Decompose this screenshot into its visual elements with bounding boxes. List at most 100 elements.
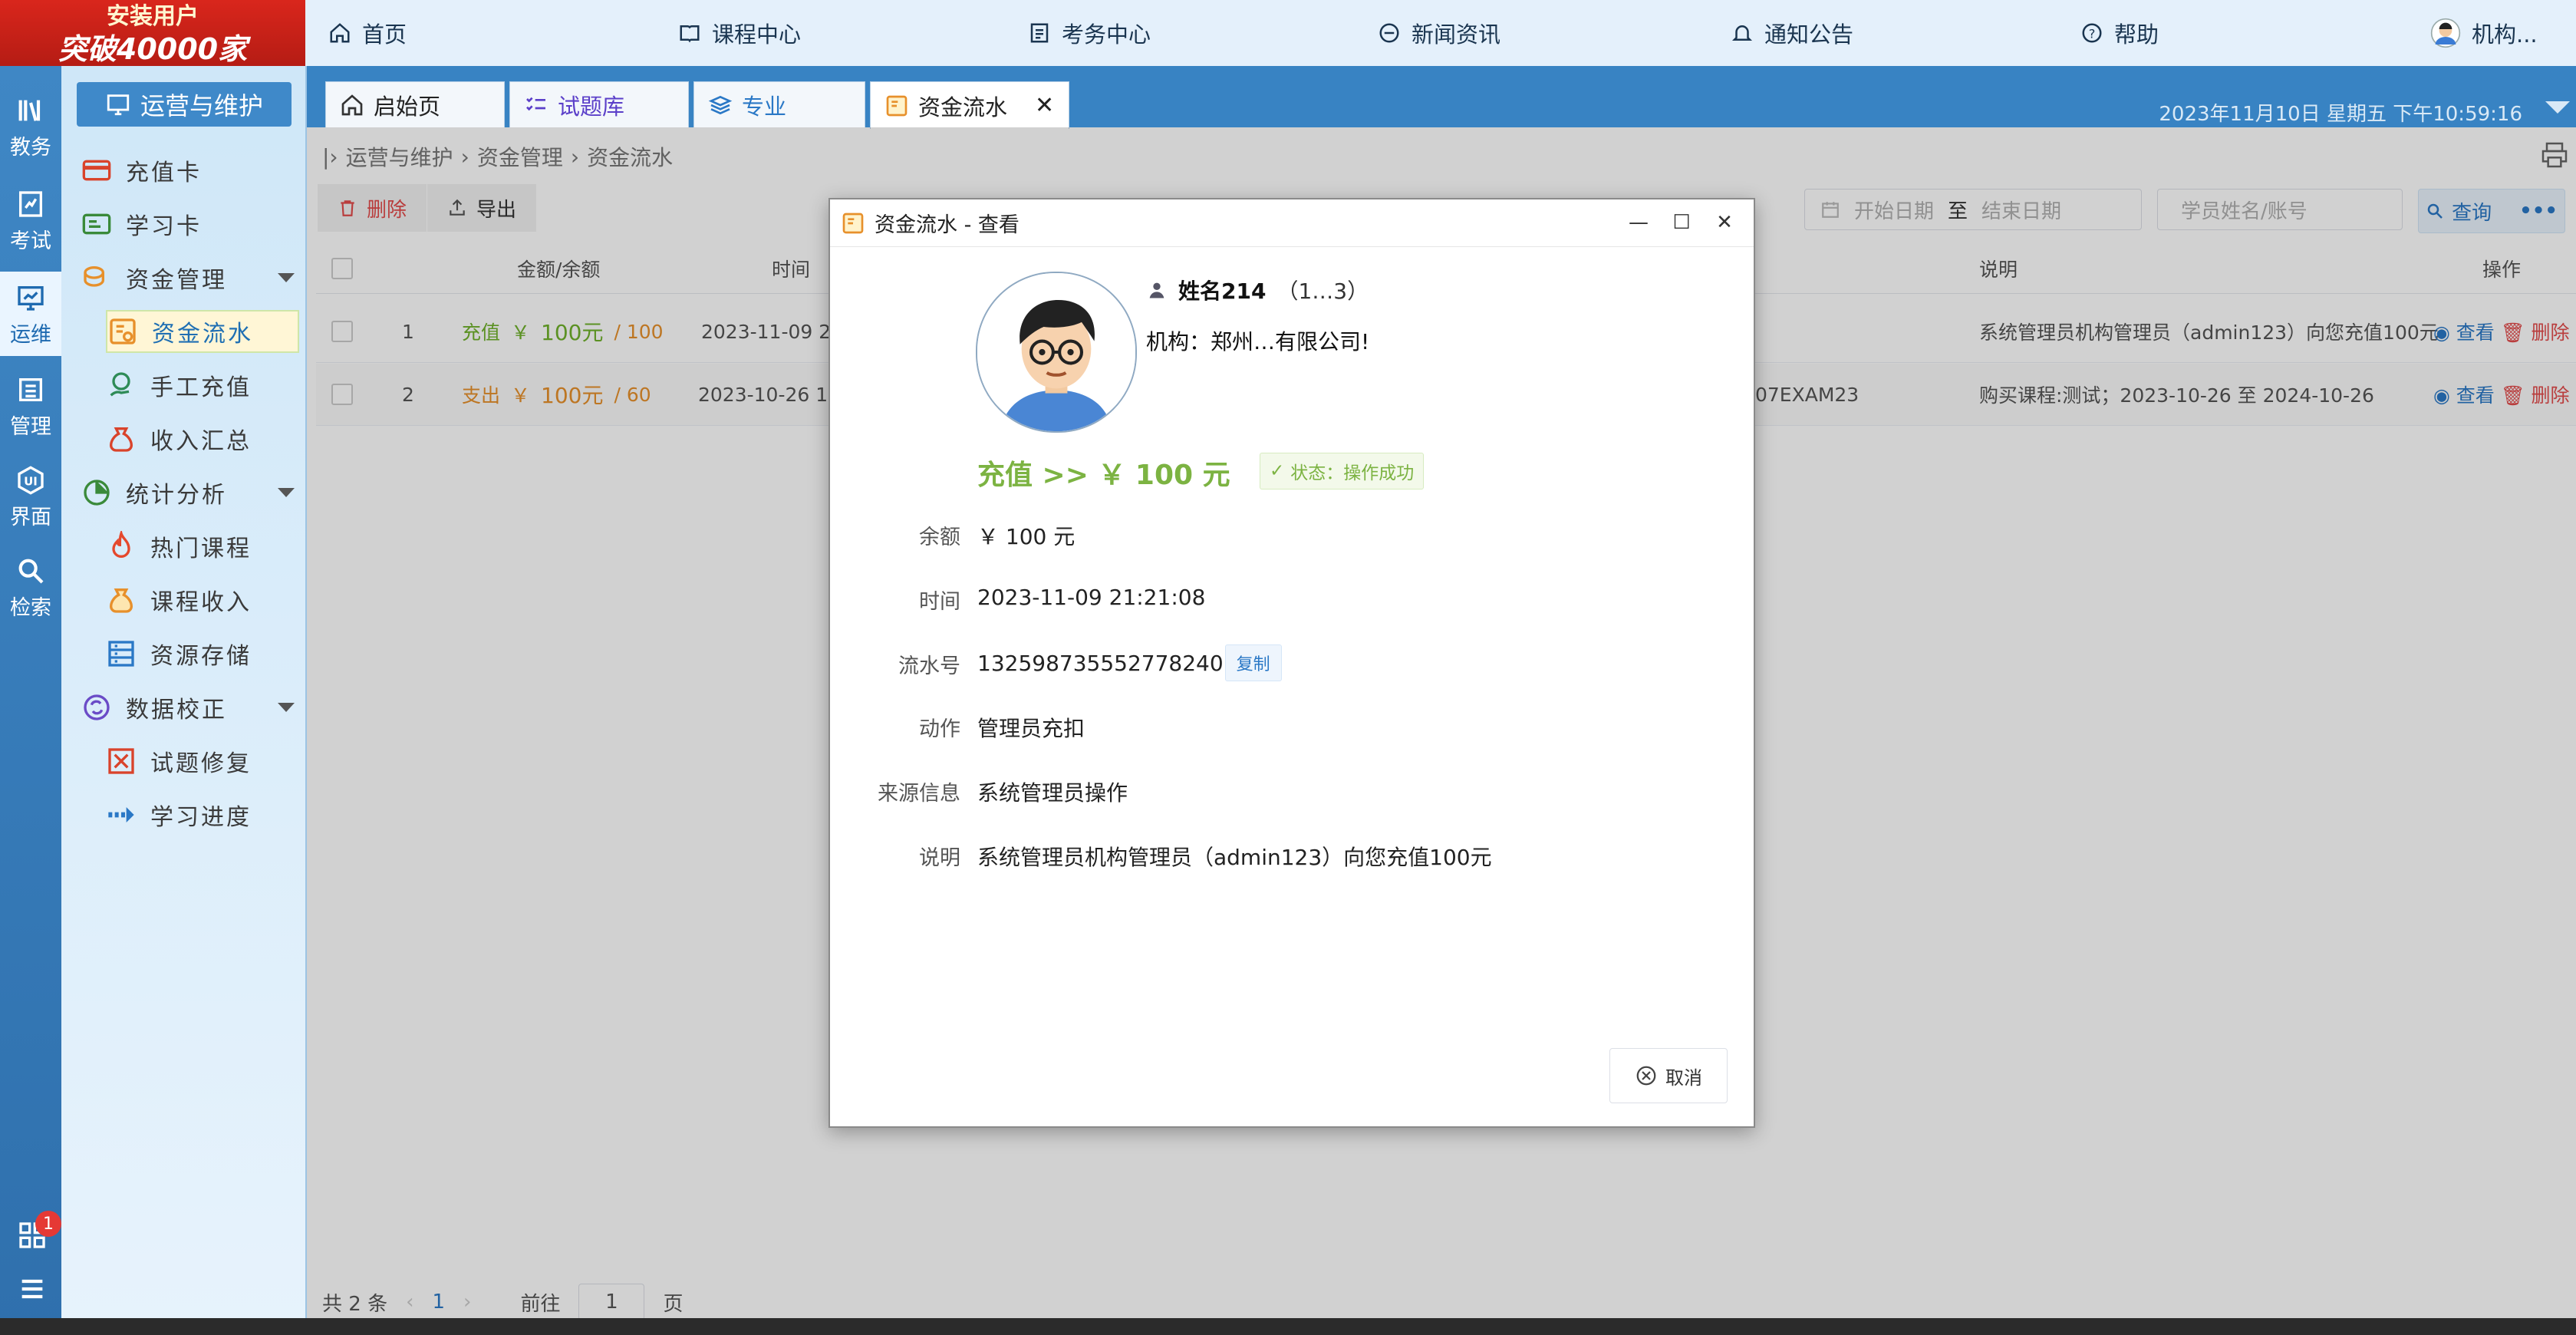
close-circle-icon <box>1636 1066 1656 1086</box>
nav-home-label: 首页 <box>362 21 407 48</box>
time-value: 2023-11-09 21:21:08 <box>977 585 1206 610</box>
menu-item-label: 资金管理 <box>126 267 227 294</box>
storage-icon <box>108 641 134 667</box>
action-label: 动作 <box>919 717 960 741</box>
search-icon <box>18 559 44 584</box>
tab-question-bank[interactable]: 试题库 <box>509 81 689 127</box>
iconbar-label: 界面 <box>10 506 51 529</box>
tab-major[interactable]: 专业 <box>693 81 865 127</box>
menu-item-study-progress[interactable]: 学习进度 <box>106 793 299 836</box>
nav-notice-label: 通知公告 <box>1764 21 1854 48</box>
refresh-icon <box>84 694 110 720</box>
serial-label: 流水号 <box>898 654 960 678</box>
fund-flow-dialog: 资金流水 - 查看 — ☐ ✕ 姓名214 （1…3） 机构：郑州…有限公司! … <box>828 198 1755 1128</box>
tab-label: 资金流水 <box>918 94 1008 120</box>
menu-item-recharge-card[interactable]: 充值卡 <box>77 149 304 192</box>
hand-coin-icon <box>110 372 130 397</box>
menu-item-manual-recharge[interactable]: 手工充值 <box>106 364 299 407</box>
tab-close-icon[interactable]: ✕ <box>1035 92 1054 119</box>
cancel-button[interactable]: 取消 <box>1609 1048 1728 1103</box>
study-card-icon <box>82 213 111 235</box>
news-icon <box>1379 23 1399 43</box>
avatar-icon <box>2430 18 2461 48</box>
nav-courses-label: 课程中心 <box>712 21 802 48</box>
tab-start[interactable]: 启始页 <box>325 81 505 127</box>
menu-item-label: 热门课程 <box>150 536 252 562</box>
tab-fund-flow[interactable]: 资金流水 ✕ <box>870 81 1069 129</box>
menu-group-data-correction[interactable]: 数据校正 <box>77 686 304 729</box>
home-icon <box>341 94 363 115</box>
user-icon <box>1149 282 1164 298</box>
menu-item-fund-flow[interactable]: 资金流水 <box>106 310 299 353</box>
iconbar-label: 运维 <box>10 323 51 347</box>
bell-icon <box>1731 25 1753 41</box>
exam-icon <box>19 191 42 217</box>
menu-item-label: 充值卡 <box>126 160 202 186</box>
nav-notice[interactable]: 通知公告 <box>1731 0 1853 66</box>
promo-banner[interactable]: 安装用户 突破40000家 <box>0 0 305 66</box>
nav-courses[interactable]: 课程中心 <box>678 0 801 66</box>
book-icon <box>680 25 700 43</box>
menu-group-statistics[interactable]: 统计分析 <box>77 471 304 514</box>
checklist-icon <box>526 97 545 110</box>
minimize-icon[interactable]: — <box>1623 207 1654 238</box>
menu-toggle-button[interactable] <box>17 1274 48 1304</box>
iconbar-label: 管理 <box>10 415 51 439</box>
monitor-icon <box>107 94 130 116</box>
dialog-titlebar[interactable]: 资金流水 - 查看 <box>830 199 1754 247</box>
nav-exams[interactable]: 考务中心 <box>1028 0 1151 66</box>
menu-item-question-repair[interactable]: 试题修复 <box>106 740 299 783</box>
iconbar-item-yunwei[interactable]: 运维 <box>0 272 61 356</box>
menu-item-income-summary[interactable]: 收入汇总 <box>106 417 299 460</box>
balance-value: ￥ 100 元 <box>977 524 1076 549</box>
dialog-title: 资金流水 - 查看 <box>875 213 1020 237</box>
menu-item-label: 试题修复 <box>150 750 252 777</box>
source-value: 系统管理员操作 <box>977 780 1128 806</box>
description-value: 系统管理员机构管理员（admin123）向您充值100元 <box>977 845 1492 870</box>
menu-item-course-income[interactable]: 课程收入 <box>106 578 299 621</box>
iconbar-label: 教务 <box>10 136 51 160</box>
taskbar-strip <box>0 1318 2576 1335</box>
ui-icon: UI <box>18 466 44 495</box>
menu-item-resource-storage[interactable]: 资源存储 <box>106 632 299 675</box>
progress-arrow-icon <box>108 807 134 822</box>
maximize-icon[interactable]: ☐ <box>1666 207 1697 238</box>
status-badge: ✓ 状态：操作成功 <box>1260 453 1425 490</box>
svg-text:UI: UI <box>24 475 38 489</box>
iconbar-item-jiemian[interactable]: UI 界面 <box>0 465 61 530</box>
user-menu[interactable]: 机构... <box>2430 0 2538 66</box>
close-icon[interactable]: ✕ <box>1709 207 1740 238</box>
svg-text:?: ? <box>2089 26 2096 41</box>
copy-button[interactable]: 复制 <box>1224 644 1282 681</box>
exam-icon <box>1030 23 1049 43</box>
serial-value: 1325987355527782​40 <box>977 650 1224 676</box>
bookshelf-icon <box>18 100 41 121</box>
datetime-display: 2023年11月10日 星期五 下午10:59:16 <box>2159 103 2522 126</box>
menu-item-study-card[interactable]: 学习卡 <box>77 203 304 246</box>
tab-menu-dropdown-icon[interactable] <box>2545 101 2570 114</box>
iconbar-item-guanli[interactable]: 管理 <box>0 374 61 440</box>
iconbar-item-jiansuo[interactable]: 检索 <box>0 555 61 621</box>
menu-item-hot-courses[interactable]: 热门课程 <box>106 525 299 568</box>
fire-icon <box>112 531 130 558</box>
menu-group-fund-management[interactable]: 资金管理 <box>77 256 304 299</box>
menu-item-label: 资源存储 <box>150 643 252 670</box>
coins-icon <box>84 266 104 287</box>
user-name: 机构... <box>2472 21 2538 48</box>
nav-home[interactable]: 首页 <box>328 0 407 66</box>
menu-item-label: 手工充值 <box>150 374 252 401</box>
money-bag-icon <box>109 427 133 452</box>
tab-label: 试题库 <box>558 93 625 120</box>
nav-news[interactable]: 新闻资讯 <box>1378 0 1500 66</box>
user-org: 机构：郑州…有限公司! <box>1146 329 1370 354</box>
tab-label: 专业 <box>742 93 787 120</box>
iconbar-item-jiaowu[interactable]: 教务 <box>0 95 61 160</box>
icon-sidebar <box>0 66 61 1335</box>
action-value: 管理员充扣 <box>977 716 1085 741</box>
nav-help[interactable]: ? 帮助 <box>2080 0 2159 66</box>
description-label: 说明 <box>919 846 960 870</box>
help-icon: ? <box>2082 23 2102 43</box>
iconbar-item-kaoshi[interactable]: 考试 <box>0 189 61 254</box>
menu-item-label: 数据校正 <box>126 697 227 724</box>
nav-help-label: 帮助 <box>2114 21 2159 48</box>
